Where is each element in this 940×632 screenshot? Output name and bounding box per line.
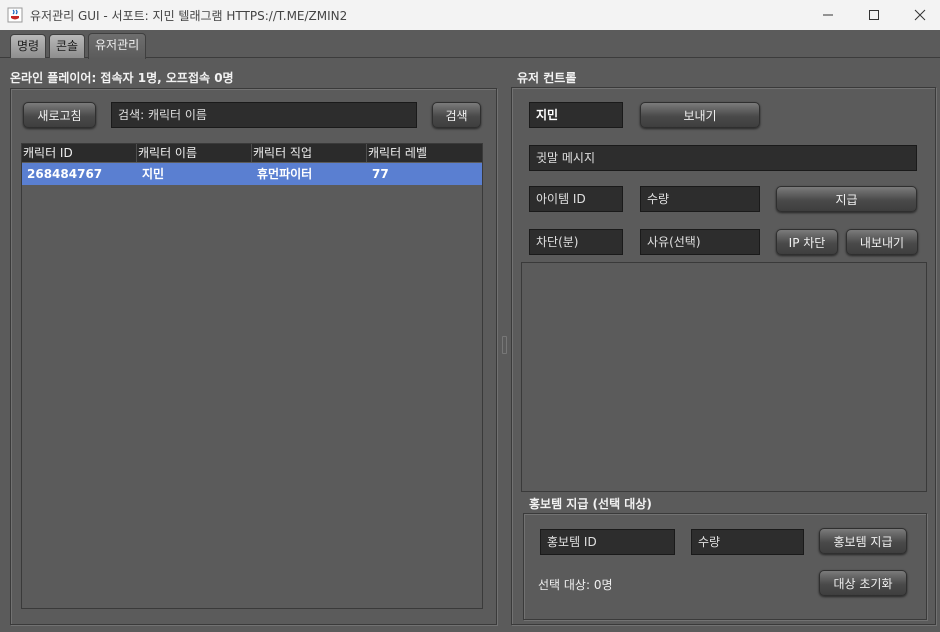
ban-reason-input[interactable]: 사유(선택) [640, 229, 760, 255]
refresh-button[interactable]: 새로고침 [23, 102, 96, 128]
column-header-name[interactable]: 캐릭터 이름 [137, 144, 252, 162]
kick-button[interactable]: 내보내기 [846, 229, 918, 255]
java-coffee-icon [7, 7, 23, 23]
item-quantity-input[interactable]: 수량 [640, 186, 760, 212]
promo-item-id-input[interactable]: 홍보템 ID [540, 529, 675, 555]
promo-item-title: 홍보템 지급 (선택 대상) [529, 497, 652, 511]
reset-targets-button[interactable]: 대상 초기화 [819, 570, 907, 596]
cell-level: 77 [372, 167, 389, 181]
tab-commands[interactable]: 명령 [10, 34, 47, 58]
maximize-button[interactable] [851, 0, 897, 30]
user-control-title: 유저 컨트롤 [517, 71, 577, 85]
cell-name: 지민 [142, 167, 165, 181]
log-text-area[interactable] [521, 262, 927, 492]
online-players-title: 온라인 플레이어: 접속자 1명, 오프접속 0명 [10, 71, 234, 85]
ban-minutes-input[interactable]: 차단(분) [529, 229, 623, 255]
column-header-level[interactable]: 캐릭터 레벨 [367, 144, 482, 162]
send-button[interactable]: 보내기 [640, 102, 760, 128]
give-item-button[interactable]: 지급 [776, 186, 917, 212]
minimize-button[interactable] [805, 0, 851, 30]
table-header: 캐릭터 ID 캐릭터 이름 캐릭터 직업 캐릭터 레벨 [22, 144, 482, 162]
splitter-grip-icon[interactable] [502, 336, 507, 354]
minimize-icon [823, 14, 833, 16]
close-icon [914, 9, 926, 21]
item-id-input[interactable]: 아이템 ID [529, 186, 623, 212]
ip-ban-button[interactable]: IP 차단 [776, 229, 838, 255]
search-button[interactable]: 검색 [432, 102, 481, 128]
maximize-icon [869, 10, 879, 20]
promo-quantity-input[interactable]: 수량 [691, 529, 804, 555]
title-bar: 유저관리 GUI - 서포트: 지민 텔래그램 HTTPS://T.ME/ZMI… [0, 0, 940, 30]
selected-target-count: 선택 대상: 0명 [538, 578, 613, 592]
cell-class: 휴먼파이터 [257, 167, 313, 181]
tab-strip: 명령 콘솔 유저관리 [0, 30, 940, 59]
give-promo-item-button[interactable]: 홍보템 지급 [819, 528, 907, 554]
column-header-class[interactable]: 캐릭터 직업 [252, 144, 367, 162]
target-name-field[interactable]: 지민 [529, 102, 623, 128]
tab-console[interactable]: 콘솔 [49, 34, 86, 58]
window-title: 유저관리 GUI - 서포트: 지민 텔래그램 HTTPS://T.ME/ZMI… [30, 9, 348, 23]
players-table: 캐릭터 ID 캐릭터 이름 캐릭터 직업 캐릭터 레벨 268484767 지민… [21, 143, 483, 609]
search-input[interactable]: 검색: 캐릭터 이름 [111, 102, 417, 128]
close-button[interactable] [897, 0, 940, 30]
column-header-id[interactable]: 캐릭터 ID [22, 144, 137, 162]
tab-user-management[interactable]: 유저관리 [88, 33, 147, 59]
table-row[interactable]: 268484767 지민 휴먼파이터 77 [22, 163, 482, 185]
whisper-message-input[interactable]: 귓말 메시지 [529, 145, 917, 171]
cell-id: 268484767 [27, 167, 103, 181]
